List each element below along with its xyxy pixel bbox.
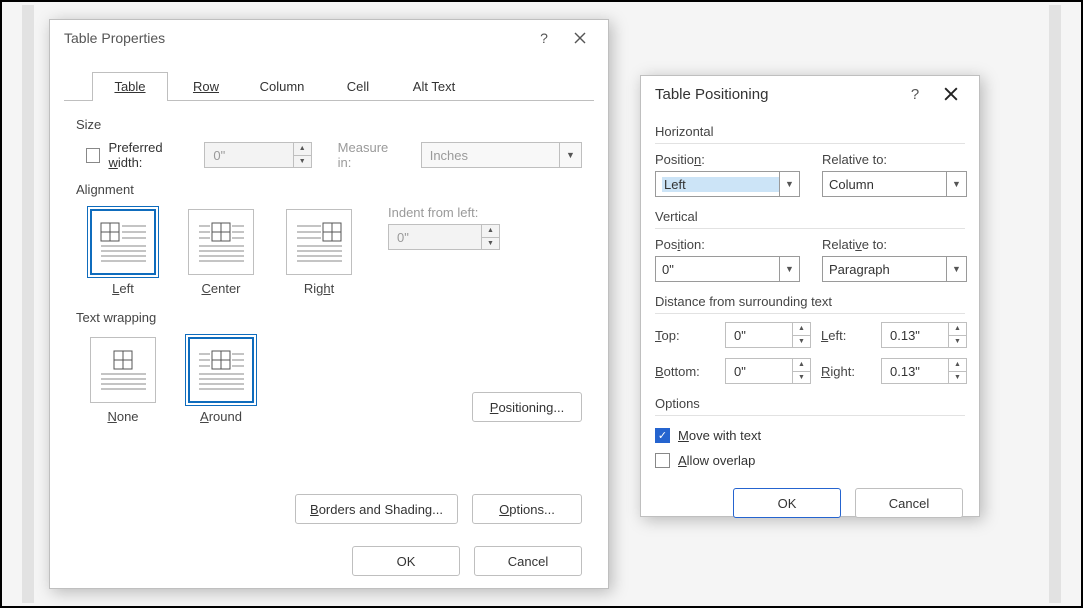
align-right-icon [294, 220, 344, 264]
spin-down[interactable]: ▼ [949, 336, 966, 348]
spin-down[interactable]: ▼ [793, 336, 810, 348]
horiz-relative-label: Relative to: [822, 152, 967, 167]
chevron-down-icon: ▼ [946, 172, 966, 196]
horiz-relative-combo[interactable]: Column ▼ [822, 171, 967, 197]
table-properties-tabs: Table Row Column Cell Alt Text [64, 72, 594, 101]
cancel-button[interactable]: Cancel [855, 488, 963, 518]
preferred-width-input[interactable]: 0" ▲▼ [204, 142, 311, 168]
chevron-down-icon: ▼ [559, 143, 581, 167]
tab-column[interactable]: Column [244, 72, 320, 101]
wrap-none-icon [98, 348, 148, 392]
positioning-titlebar: Table Positioning ? [641, 76, 979, 112]
spin-up[interactable]: ▲ [482, 225, 499, 238]
vert-position-label: Position: [655, 237, 800, 252]
table-properties-titlebar: Table Properties ? [50, 20, 608, 56]
dist-bottom-label: Bottom: [655, 364, 715, 379]
size-label: Size [76, 117, 582, 132]
cancel-button[interactable]: Cancel [474, 546, 582, 576]
vert-relative-label: Relative to: [822, 237, 967, 252]
spin-down[interactable]: ▼ [949, 372, 966, 384]
chevron-down-icon: ▼ [779, 172, 799, 196]
close-button[interactable] [562, 24, 598, 52]
dist-right-label: Right: [821, 364, 871, 379]
tab-alttext[interactable]: Alt Text [396, 72, 472, 101]
close-button[interactable] [933, 80, 969, 108]
table-properties-dialog: Table Properties ? Table Row Column Cell… [49, 19, 609, 589]
spin-up[interactable]: ▲ [793, 323, 810, 336]
spin-down[interactable]: ▼ [294, 156, 311, 168]
spin-down[interactable]: ▼ [793, 372, 810, 384]
horiz-position-combo[interactable]: Left ▼ [655, 171, 800, 197]
ok-button[interactable]: OK [352, 546, 460, 576]
dist-left-input[interactable]: 0.13"▲▼ [881, 322, 967, 348]
ok-button[interactable]: OK [733, 488, 841, 518]
vertical-label: Vertical [655, 209, 965, 228]
spin-up[interactable]: ▲ [294, 143, 311, 156]
measure-in-combo[interactable]: Inches ▼ [421, 142, 582, 168]
tab-cell[interactable]: Cell [320, 72, 396, 101]
help-button[interactable]: ? [526, 24, 562, 52]
wrap-around-icon [196, 348, 246, 392]
dist-top-label: Top: [655, 328, 715, 343]
spin-up[interactable]: ▲ [793, 359, 810, 372]
wrap-around-option[interactable]: AroundAround [184, 337, 258, 424]
close-icon [944, 87, 958, 101]
dist-bottom-input[interactable]: 0"▲▼ [725, 358, 811, 384]
dist-top-input[interactable]: 0"▲▼ [725, 322, 811, 348]
measure-in-label: Measure in: [338, 140, 403, 170]
spin-down[interactable]: ▼ [482, 238, 499, 250]
distance-label: Distance from surrounding text [655, 294, 965, 313]
vert-relative-combo[interactable]: Paragraph ▼ [822, 256, 967, 282]
table-positioning-dialog: Table Positioning ? Horizontal Position:… [640, 75, 980, 517]
preferred-width-label: Preferred width: [108, 140, 196, 170]
dist-right-input[interactable]: 0.13"▲▼ [881, 358, 967, 384]
chevron-down-icon: ▼ [946, 257, 966, 281]
tab-row[interactable]: Row [168, 72, 244, 101]
borders-shading-button[interactable]: Borders and Shading... [295, 494, 458, 524]
indent-label: Indent from left: [388, 205, 500, 220]
alignment-left-option[interactable]: LeftLeft [86, 209, 160, 296]
move-with-text-checkbox[interactable] [655, 428, 670, 443]
positioning-title: Table Positioning [655, 86, 897, 103]
alignment-right-option[interactable]: RightRight [282, 209, 356, 296]
vert-position-combo[interactable]: 0" ▼ [655, 256, 800, 282]
options-label: Options [655, 396, 965, 415]
spin-up[interactable]: ▲ [949, 323, 966, 336]
align-center-icon [196, 220, 246, 264]
chevron-down-icon: ▼ [779, 257, 799, 281]
indent-input[interactable]: 0" ▲▼ [388, 224, 500, 250]
tab-table[interactable]: Table [92, 72, 168, 101]
preferred-width-checkbox[interactable] [86, 148, 100, 163]
close-icon [574, 32, 586, 44]
horiz-position-label: Position: [655, 152, 800, 167]
table-properties-title: Table Properties [64, 30, 526, 46]
dist-left-label: Left: [821, 328, 871, 343]
move-with-text-label: Move with text [678, 428, 761, 443]
spin-up[interactable]: ▲ [949, 359, 966, 372]
align-left-icon [98, 220, 148, 264]
text-wrapping-label: Text wrapping [76, 310, 582, 325]
options-button[interactable]: Options... [472, 494, 582, 524]
alignment-center-option[interactable]: CenterCenter [184, 209, 258, 296]
wrap-none-option[interactable]: NoneNone [86, 337, 160, 424]
allow-overlap-label: Allow overlap [678, 453, 755, 468]
alignment-label: Alignment [76, 182, 582, 197]
allow-overlap-checkbox[interactable] [655, 453, 670, 468]
positioning-button[interactable]: Positioning... [472, 392, 582, 422]
horizontal-label: Horizontal [655, 124, 965, 143]
help-button[interactable]: ? [897, 80, 933, 108]
